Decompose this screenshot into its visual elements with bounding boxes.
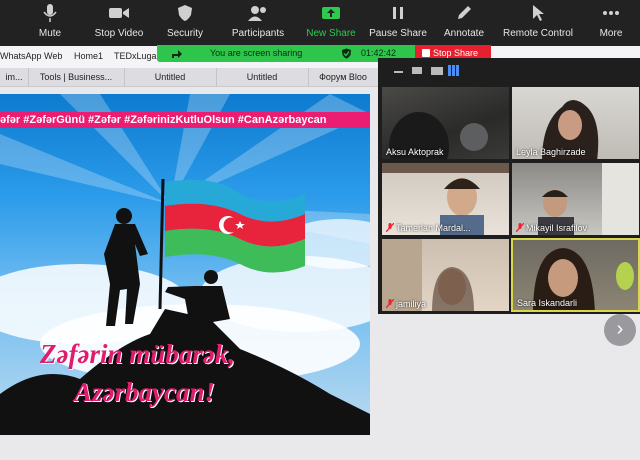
- participants-label: Participants: [231, 28, 285, 39]
- participant-tile[interactable]: Leyla Baghirzade: [511, 86, 640, 160]
- strip-view-icon[interactable]: [431, 67, 443, 75]
- browser-tabs: im... Tools | Business... Untitled Untit…: [0, 68, 379, 87]
- more-label: More: [599, 28, 623, 39]
- new-share-button[interactable]: New Share: [304, 0, 358, 46]
- shield-icon: [162, 4, 208, 26]
- more-dots-icon: [594, 4, 628, 26]
- bookmark-whatsapp[interactable]: WhatsApp Web: [0, 51, 62, 61]
- participant-name: Tamerlan Mardal...: [385, 222, 471, 233]
- new-share-label: New Share: [306, 28, 356, 39]
- participant-name-text: jamiliya: [396, 299, 427, 309]
- remote-control-label: Remote Control: [502, 28, 574, 39]
- gallery-grid-icon[interactable]: [448, 65, 459, 76]
- muted-mic-icon: [385, 222, 395, 233]
- participant-tile[interactable]: jamiliya: [381, 238, 510, 312]
- remote-control-button[interactable]: Remote Control: [500, 0, 576, 46]
- cursor-icon: [500, 4, 576, 26]
- shield-check-icon: [341, 48, 352, 61]
- participant-tile[interactable]: Tamerlan Mardal...: [381, 162, 510, 236]
- video-gallery: Aksu Aktoprak Leyla Baghirzade Tamerlan …: [378, 58, 640, 314]
- pause-share-button[interactable]: Pause Share: [368, 0, 428, 46]
- participant-tile-active-speaker[interactable]: Sara Iskandarli: [511, 238, 640, 312]
- participant-name: Mikayil Israfilov: [515, 222, 588, 233]
- shared-slide: əfər #ZəfərGünü #Zəfər #ZəfərinizKutluOl…: [0, 94, 370, 435]
- slogan-line-1: Zəfərin mübarək,: [40, 339, 235, 369]
- hashtag-banner: əfər #ZəfərGünü #Zəfər #ZəfərinizKutluOl…: [0, 112, 370, 128]
- annotate-label: Annotate: [443, 28, 485, 39]
- participant-name-text: Tamerlan Mardal...: [396, 223, 471, 233]
- stop-share-label: Stop Share: [433, 48, 479, 58]
- share-arrow-icon: [171, 48, 183, 61]
- screen-sharing-banner: You are screen sharing 01:42:42: [157, 45, 415, 62]
- participant-name: jamiliya: [385, 298, 427, 309]
- participant-name-text: Mikayil Israfilov: [526, 223, 588, 233]
- sharing-timer: 01:42:42: [361, 48, 397, 58]
- participant-tile[interactable]: Mikayil Israfilov: [511, 162, 640, 236]
- pause-icon: [368, 4, 428, 26]
- browser-tab[interactable]: im...: [0, 68, 29, 86]
- zoom-control-bar: Mute Stop Video Security Participants Ne…: [0, 0, 640, 46]
- muted-mic-icon: [385, 298, 395, 309]
- browser-tab[interactable]: Форум Bloo: [308, 68, 379, 86]
- mute-label: Mute: [38, 28, 62, 39]
- stop-square-icon: [422, 49, 430, 57]
- muted-mic-icon: [515, 222, 525, 233]
- stop-video-label: Stop Video: [94, 28, 144, 39]
- video-camera-icon: [90, 4, 148, 26]
- gallery-view-controls: [378, 58, 640, 86]
- browser-tab[interactable]: Untitled: [124, 68, 217, 86]
- next-page-button[interactable]: ›: [604, 314, 636, 346]
- stop-video-button[interactable]: Stop Video: [90, 0, 148, 46]
- bookmark-home1[interactable]: Home1: [74, 51, 103, 61]
- participant-name: Sara Iskandarli: [517, 298, 578, 308]
- browser-tab[interactable]: Tools | Business...: [28, 68, 125, 86]
- more-button[interactable]: More: [594, 0, 628, 46]
- speaker-view-icon[interactable]: [412, 67, 422, 74]
- share-screen-icon: [304, 4, 358, 26]
- chevron-right-icon: ›: [616, 318, 624, 340]
- sharing-status-text: You are screen sharing: [210, 48, 303, 58]
- security-button[interactable]: Security: [162, 0, 208, 46]
- mute-button[interactable]: Mute: [30, 0, 70, 46]
- browser-tab[interactable]: Untitled: [216, 68, 309, 86]
- annotate-button[interactable]: Annotate: [440, 0, 488, 46]
- microphone-icon: [30, 4, 70, 26]
- participant-name: Aksu Aktoprak: [386, 147, 444, 157]
- security-label: Security: [166, 28, 204, 39]
- minimize-icon[interactable]: [394, 71, 403, 73]
- participant-tile[interactable]: Aksu Aktoprak: [381, 86, 510, 160]
- pencil-icon: [440, 4, 488, 26]
- participant-name: Leyla Baghirzade: [516, 147, 586, 157]
- pause-share-label: Pause Share: [369, 28, 427, 39]
- participants-button[interactable]: Participants: [228, 0, 288, 46]
- participants-icon: [228, 4, 288, 26]
- slogan-line-2: Azərbaycan!: [74, 377, 215, 407]
